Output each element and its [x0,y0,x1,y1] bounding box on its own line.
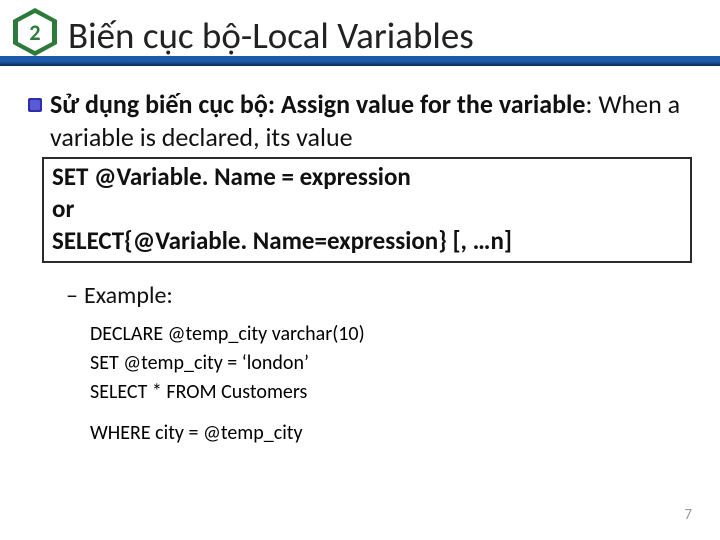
syntax-line-3: SELECT{@Variable. Name=expression} [, …n… [52,225,682,257]
code-line-4: WHERE city = @temp_city [90,419,692,448]
code-block: DECLARE @temp_city varchar(10) SET @temp… [90,320,692,448]
badge-number: 2 [29,19,40,46]
code-line-3: SELECT * FROM Customers [90,378,692,407]
sub-list: Example: [66,281,692,310]
bullet-icon [28,98,42,112]
slide-title: Biến cục bộ-Local Variables [68,10,474,57]
page-number: 7 [684,506,692,524]
main-bullet: Sử dụng biến cục bộ: Assign value for th… [28,88,692,153]
syntax-line-1: SET @Variable. Name = expression [52,161,682,193]
syntax-box: SET @Variable. Name = expression or SELE… [42,157,692,263]
slide-content: Sử dụng biến cục bộ: Assign value for th… [0,66,720,448]
title-bar: 2 Biến cục bộ-Local Variables [0,0,720,66]
title-underline [0,56,720,66]
syntax-line-2: or [52,193,682,225]
example-label: Example: [66,281,692,310]
code-line-1: DECLARE @temp_city varchar(10) [90,320,692,349]
code-line-2: SET @temp_city = ‘london’ [90,349,692,378]
badge-hexagon: 2 [13,8,57,56]
bullet-text: Sử dụng biến cục bộ: Assign value for th… [50,88,692,153]
bullet-lead-bold: Sử dụng biến cục bộ: Assign value for th… [50,88,586,120]
